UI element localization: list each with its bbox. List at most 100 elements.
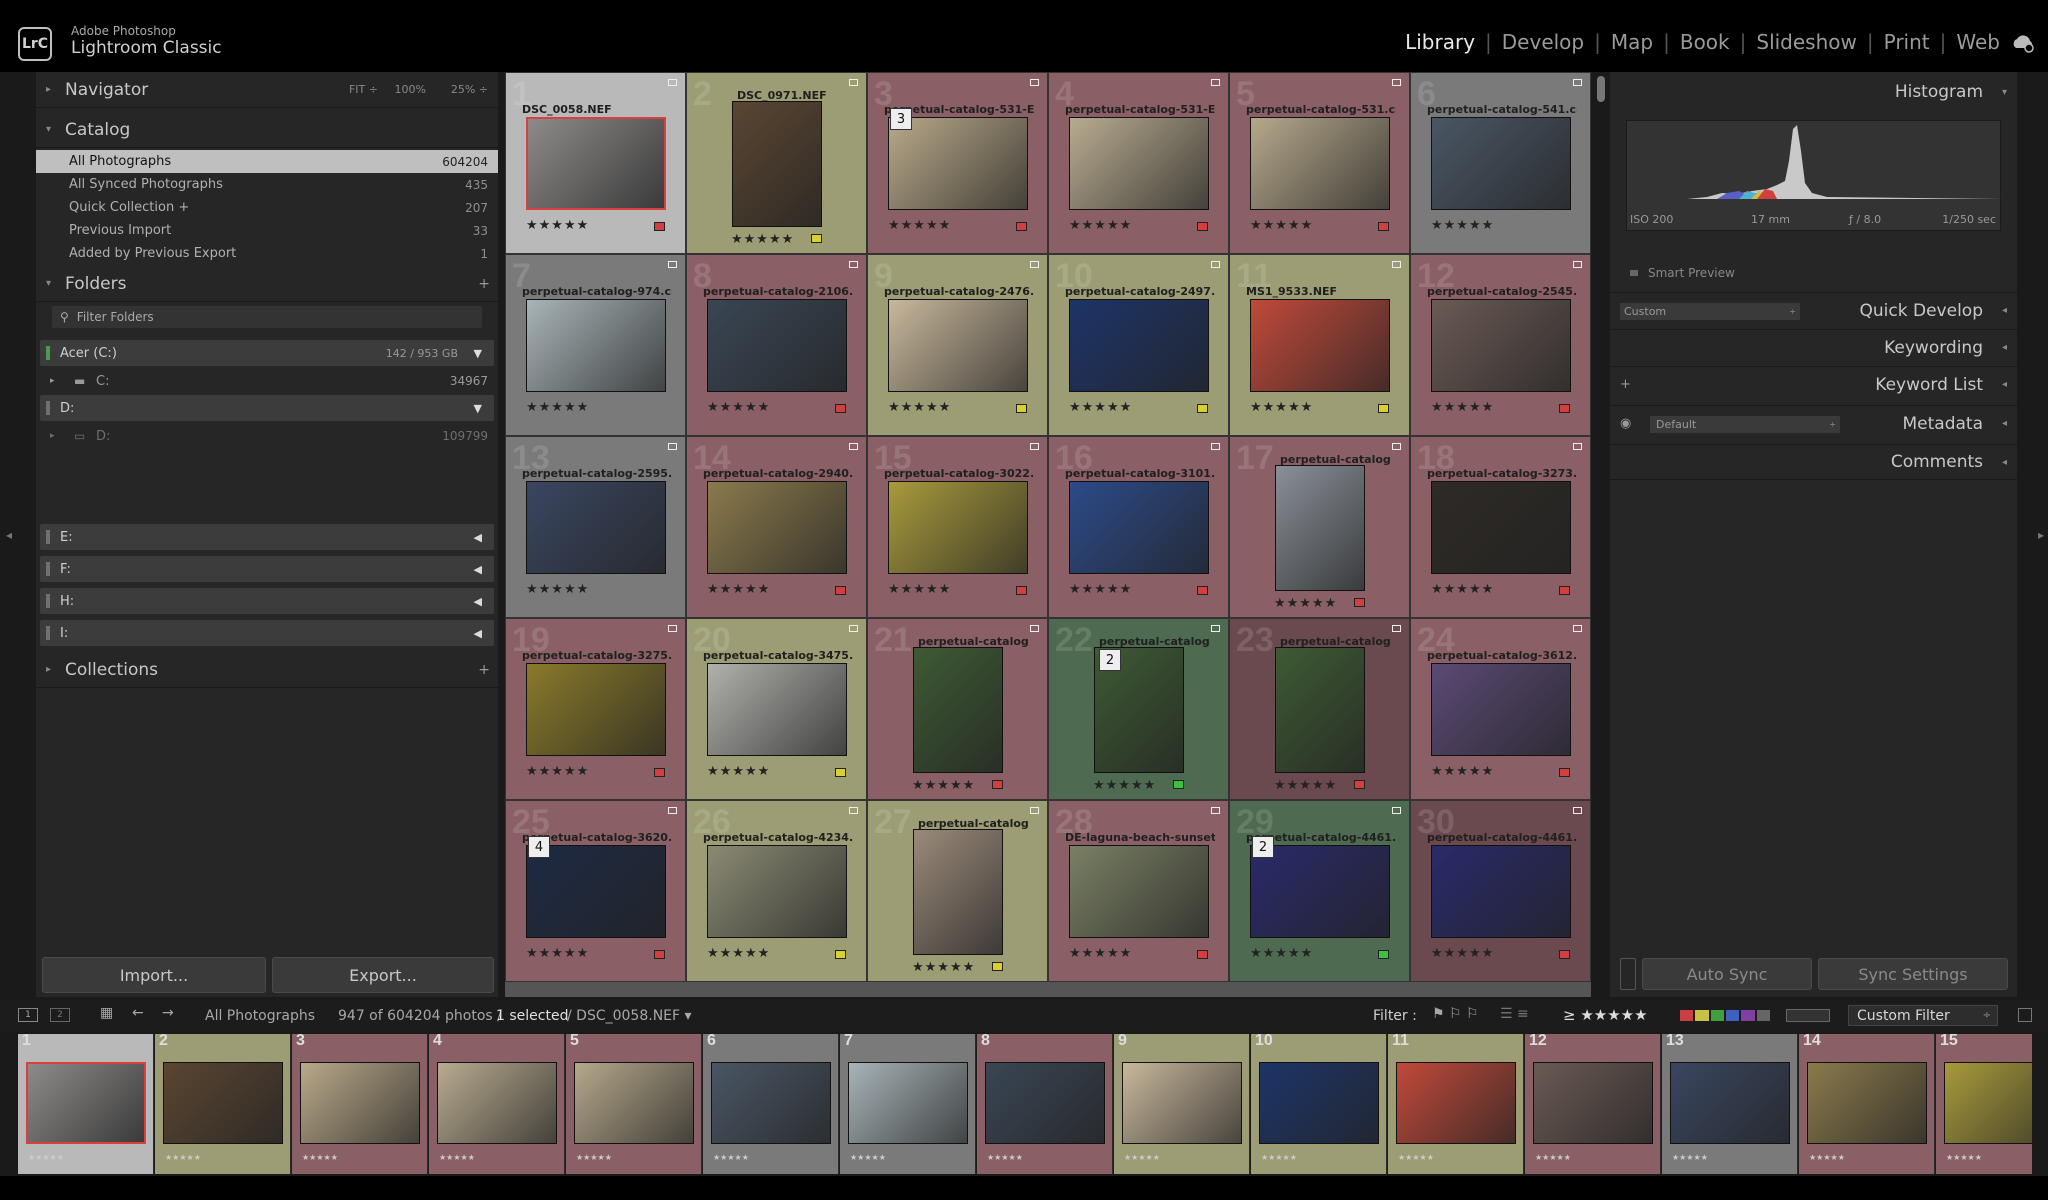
quick-collection-icon[interactable] — [1030, 807, 1039, 814]
grid-cell[interactable]: 5 perpetual-catalog-531.cr2 ★★★★★ — [1229, 72, 1410, 254]
filmstrip-cell[interactable]: 4 ★★★★★ — [429, 1034, 565, 1174]
grid-scrollbar[interactable] — [1594, 72, 1608, 997]
quick-collection-icon[interactable] — [1392, 625, 1401, 632]
catalog-item-all-photographs[interactable]: All Photographs 604204 — [36, 150, 498, 173]
filmstrip-thumbnail[interactable] — [1533, 1062, 1653, 1144]
filmstrip-thumbnail[interactable] — [26, 1062, 146, 1144]
filmstrip-thumbnail[interactable] — [1259, 1062, 1379, 1144]
color-label-icon[interactable] — [1378, 222, 1389, 231]
stack-count-badge[interactable]: 3 — [890, 108, 912, 130]
keywording-header[interactable]: Keywording ◂ — [1610, 329, 2017, 365]
filmstrip-thumbnail[interactable] — [1122, 1062, 1242, 1144]
photo-thumbnail[interactable] — [887, 117, 1028, 210]
filter-preset-select[interactable]: Custom Filter ÷ — [1848, 1005, 1998, 1026]
color-label-icon[interactable] — [1378, 404, 1389, 413]
star-rating[interactable]: ★★★★★ — [1069, 400, 1132, 415]
quick-collection-icon[interactable] — [849, 79, 858, 86]
color-label-icon[interactable] — [1016, 222, 1027, 231]
eye-icon[interactable]: ◉ — [1620, 416, 1631, 431]
add-folder-icon[interactable]: + — [478, 276, 490, 292]
volume-f[interactable]: F: ◀ — [40, 556, 494, 582]
color-label-icon[interactable] — [835, 950, 846, 959]
add-keyword-icon[interactable]: + — [1620, 377, 1631, 392]
stack-count-badge[interactable]: 4 — [528, 836, 550, 858]
filmstrip-cell[interactable]: 6 ★★★★★ — [703, 1034, 839, 1174]
filmstrip-cell[interactable]: 3 ★★★★★ — [292, 1034, 428, 1174]
quick-collection-icon[interactable] — [1573, 79, 1582, 86]
photo-thumbnail[interactable] — [887, 481, 1028, 574]
photo-thumbnail[interactable] — [912, 829, 1003, 955]
keyword-list-header[interactable]: + Keyword List ◂ — [1610, 366, 2017, 402]
star-rating[interactable]: ★★★★★ — [888, 218, 951, 233]
yellow-label-icon[interactable] — [1695, 1010, 1709, 1021]
color-label-icon[interactable] — [1354, 598, 1365, 607]
photo-thumbnail[interactable] — [731, 101, 822, 227]
photo-thumbnail[interactable] — [1249, 299, 1390, 392]
navigator-fit[interactable]: FIT ÷ — [349, 83, 378, 96]
star-rating[interactable]: ★★★★★ — [1274, 778, 1337, 793]
grid-cell[interactable]: 29 perpetual-catalog-4461.... 2 ★★★★★ — [1229, 800, 1410, 982]
photo-thumbnail[interactable] — [1068, 117, 1209, 210]
photo-thumbnail[interactable] — [1249, 845, 1390, 938]
quick-collection-icon[interactable] — [1211, 807, 1220, 814]
color-label-icon[interactable] — [654, 768, 665, 777]
star-rating[interactable]: ★★★★★ — [707, 582, 770, 597]
color-label-icon[interactable] — [992, 780, 1003, 789]
star-rating[interactable]: ★★★★★ — [526, 946, 589, 961]
star-rating[interactable]: ★★★★★ — [707, 764, 770, 779]
grid-cell[interactable]: 12perpetual-catalog-2545.cr2★★★★★ — [1410, 254, 1591, 436]
quick-collection-icon[interactable] — [1573, 261, 1582, 268]
navigator-header[interactable]: ▸ Navigator FIT ÷ 100% 25% ÷ — [36, 72, 498, 108]
color-label-icon[interactable] — [992, 962, 1003, 971]
quick-collection-icon[interactable] — [668, 625, 677, 632]
quick-collection-icon[interactable] — [1573, 625, 1582, 632]
photo-thumbnail[interactable] — [525, 481, 666, 574]
color-label-icon[interactable] — [1559, 950, 1570, 959]
photo-thumbnail[interactable] — [1430, 845, 1571, 938]
catalog-item-quick-collection[interactable]: Quick Collection + 207 — [36, 196, 498, 219]
filmstrip-thumbnail[interactable] — [163, 1062, 283, 1144]
star-rating[interactable]: ★★★★★ — [526, 764, 589, 779]
filmstrip-cell[interactable]: 13 ★★★★★ — [1662, 1034, 1798, 1174]
photo-thumbnail[interactable] — [706, 663, 847, 756]
color-label-icon[interactable] — [1378, 950, 1389, 959]
filmstrip-thumbnail[interactable] — [437, 1062, 557, 1144]
grid-cell[interactable]: 28DE-laguna-beach-sunset-...★★★★★ — [1048, 800, 1229, 982]
quick-collection-icon[interactable] — [1030, 625, 1039, 632]
blue-label-icon[interactable] — [1725, 1010, 1740, 1021]
quick-collection-icon[interactable] — [1211, 261, 1220, 268]
color-label-icon[interactable] — [1559, 768, 1570, 777]
filmstrip-thumbnail[interactable] — [1944, 1062, 2032, 1144]
catalog-item-previous-export[interactable]: Added by Previous Export 1 — [36, 242, 498, 265]
color-label-icon[interactable] — [835, 768, 846, 777]
module-web[interactable]: Web — [1956, 30, 2000, 54]
color-label-icon[interactable] — [1559, 586, 1570, 595]
grid-cell[interactable]: 27perpetual-catalog-42...★★★★★ — [867, 800, 1048, 982]
grid-cell[interactable]: 6 perpetual-catalog-541.cr2 ★★★★★ — [1410, 72, 1591, 254]
grid-cell[interactable]: 22perpetual-catalog-35...2★★★★★ — [1048, 618, 1229, 800]
folder-d[interactable]: ▸ ▭ D: 109799 — [36, 423, 498, 449]
photo-thumbnail[interactable] — [912, 647, 1003, 773]
quick-collection-icon[interactable] — [1211, 625, 1220, 632]
star-rating[interactable]: ★★★★★ — [1431, 582, 1494, 597]
photo-thumbnail[interactable] — [706, 481, 847, 574]
color-label-icon[interactable] — [1197, 404, 1208, 413]
module-book[interactable]: Book — [1680, 30, 1730, 54]
filmstrip-thumbnail[interactable] — [300, 1062, 420, 1144]
green-label-icon[interactable] — [1710, 1010, 1724, 1021]
quick-collection-icon[interactable] — [849, 261, 858, 268]
photo-thumbnail[interactable] — [1430, 299, 1571, 392]
grid-cell[interactable]: 17perpetual-catalog-32...★★★★★ — [1229, 436, 1410, 618]
quick-collection-icon[interactable] — [1392, 261, 1401, 268]
volume-h[interactable]: H: ◀ — [40, 588, 494, 614]
filmstrip-cell[interactable]: 10 ★★★★★ — [1251, 1034, 1387, 1174]
color-label-icon[interactable] — [835, 586, 846, 595]
histogram-header[interactable]: Histogram ▾ — [1610, 74, 2017, 110]
quick-collection-icon[interactable] — [668, 443, 677, 450]
stack-count-badge[interactable]: 2 — [1099, 649, 1121, 671]
right-panel-toggle-icon[interactable]: ▸ — [2038, 528, 2044, 542]
module-print[interactable]: Print — [1884, 30, 1930, 54]
grid-view-icon[interactable]: ▦ — [100, 1005, 113, 1021]
catalog-header[interactable]: ▾ Catalog — [36, 112, 498, 148]
stack-count-badge[interactable]: 2 — [1252, 836, 1274, 858]
